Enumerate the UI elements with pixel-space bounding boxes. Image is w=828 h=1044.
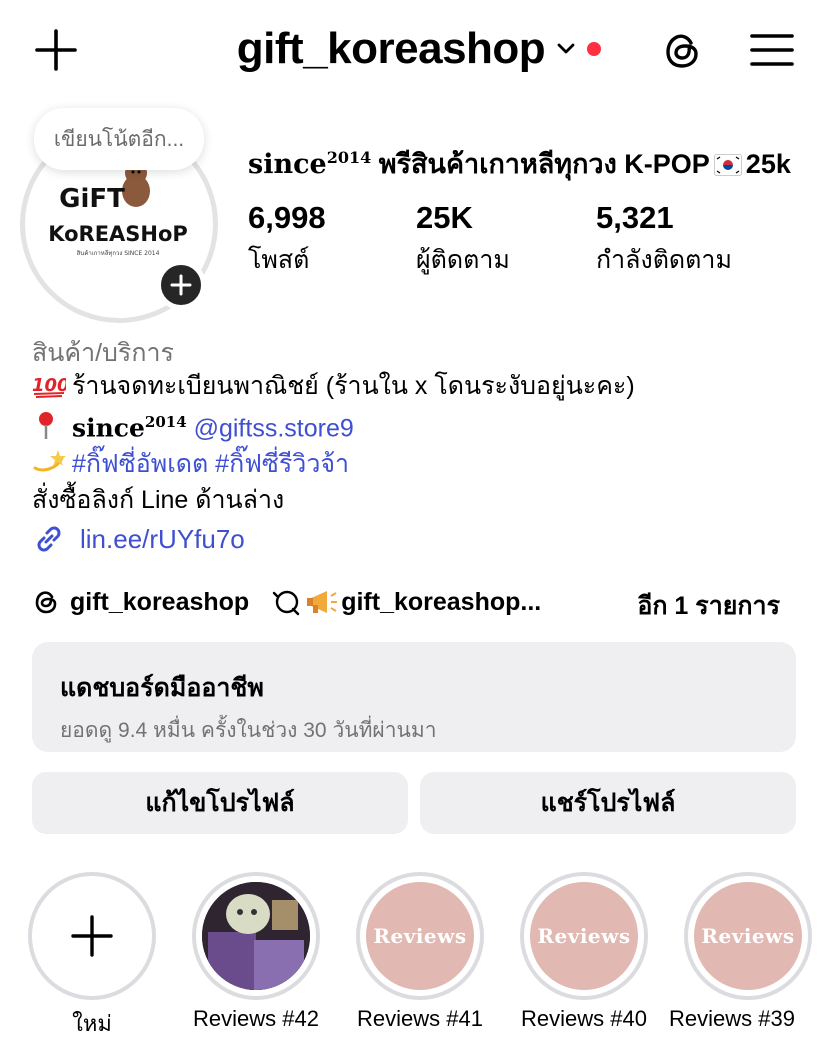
bio-link[interactable]: lin.ee/rUYfu7o xyxy=(32,522,245,556)
chevron-down-icon xyxy=(557,43,575,54)
megaphone-icon xyxy=(307,591,338,613)
bio-line-1: 100 ร้านจดทะเบียนพาณิชย์ (ร้านใน x โดนระ… xyxy=(32,372,635,400)
pushpin-icon xyxy=(39,412,53,440)
dashboard-title: แดชบอร์ดมืออาชีพ xyxy=(60,674,264,702)
korea-flag-icon xyxy=(713,154,742,176)
bio-line-3: #กิ๊ฟซี่อัพเดต #กิ๊ฟซี่รีวิวจ้า xyxy=(32,446,812,482)
followers-stat[interactable]: 25K ผู้ติดตาม xyxy=(416,200,510,280)
notification-dot xyxy=(587,42,602,56)
share-profile-button[interactable]: แชร์โปรไฟล์ xyxy=(420,772,796,834)
mention-link[interactable]: @giftss.store9 xyxy=(194,414,354,442)
add-story-button[interactable] xyxy=(156,260,206,310)
threads-icon xyxy=(35,591,57,614)
highlight-cover-text: Reviews xyxy=(701,924,795,948)
username-title: gift_koreashop xyxy=(236,24,546,73)
svg-text:GiFT: GiFT xyxy=(59,184,125,214)
professional-dashboard[interactable]: แดชบอร์ดมืออาชีพ ยอดดู 9.4 หมื่น ครั้งใน… xyxy=(32,642,796,752)
bio-link-text: lin.ee/rUYfu7o xyxy=(80,523,245,554)
more-links-button[interactable]: อีก 1 รายการ xyxy=(637,586,780,626)
svg-text:สินค้าเกาหลีทุกวง SINCE 2014: สินค้าเกาหลีทุกวง SINCE 2014 xyxy=(76,249,159,257)
highlight-cover-text: Reviews xyxy=(373,924,467,948)
edit-profile-button[interactable]: แก้ไขโปรไฟล์ xyxy=(32,772,408,834)
svg-text:KoREASHoP: KoREASHoP xyxy=(48,222,188,246)
plus-icon xyxy=(71,915,113,957)
bio-line-4: สั่งซื้อลิงก์ Line ด้านล่าง xyxy=(32,486,285,515)
bio-line-2: since2014 @giftss.store9 xyxy=(32,404,812,446)
channel-chat-icon xyxy=(273,590,300,616)
posts-stat[interactable]: 6,998 โพสต์ xyxy=(248,200,326,280)
bio-text: 100 ร้านจดทะเบียนพาณิชย์ (ร้านใน x โดนระ… xyxy=(32,368,812,518)
threads-icon[interactable] xyxy=(660,28,706,74)
note-bubble[interactable]: เขียนโน้ตอีก... xyxy=(34,108,204,170)
highlight-reviews-42[interactable]: Reviews #42 xyxy=(192,872,320,1031)
hundred-points-icon: 100 xyxy=(32,375,66,398)
link-icon xyxy=(37,526,61,552)
note-placeholder: เขียนโน้ตอีก... xyxy=(53,127,185,151)
broadcast-channel-link[interactable]: gift_koreashop... xyxy=(341,588,541,617)
plus-icon xyxy=(170,274,192,296)
following-stat[interactable]: 5,321 กำลังติดตาม xyxy=(596,200,732,280)
highlight-cover-text: Reviews xyxy=(537,924,631,948)
threads-profile-link[interactable]: gift_koreashop xyxy=(70,588,249,617)
highlight-photo xyxy=(202,882,310,990)
highlight-reviews-39[interactable]: Reviews Reviews #39 xyxy=(669,872,812,1031)
dashboard-subtitle: ยอดดู 9.4 หมื่น ครั้งในช่วง 30 วันที่ผ่า… xyxy=(60,719,437,742)
profile-header: gift_koreashop xyxy=(0,0,828,100)
hashtags[interactable]: #กิ๊ฟซี่อัพเดต #กิ๊ฟซี่รีวิวจ้า xyxy=(72,450,349,478)
highlight-reviews-41[interactable]: Reviews Reviews #41 xyxy=(356,872,484,1031)
dizzy-icon xyxy=(33,450,66,472)
highlight-new[interactable]: ใหม่ xyxy=(28,872,156,1036)
highlight-label: Reviews #39 xyxy=(669,1006,795,1031)
profile-category: สินค้า/บริการ xyxy=(32,339,174,367)
profile-name: since2014 พรีสินค้าเกาหลีทุกวง K-POP 25k xyxy=(248,148,791,180)
highlight-reviews-40[interactable]: Reviews Reviews #40 xyxy=(520,872,648,1031)
threads-row: gift_koreashop gift_koreashop... อีก 1 ร… xyxy=(32,584,792,620)
menu-icon[interactable] xyxy=(750,30,794,70)
